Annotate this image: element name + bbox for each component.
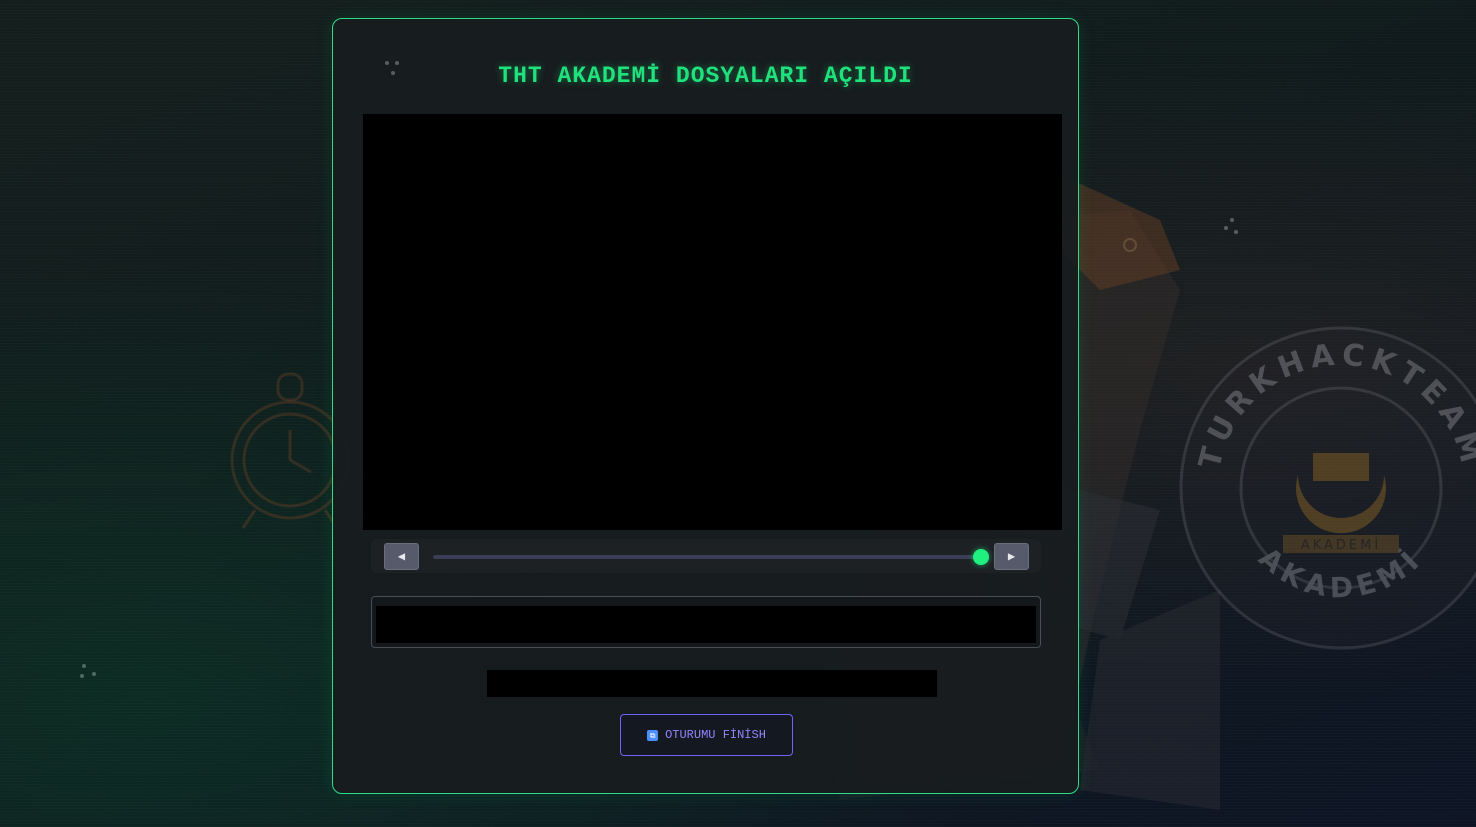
- finish-session-button[interactable]: ⧉ OTURUMU FİNİSH: [620, 714, 793, 756]
- main-panel: THT AKADEMİ DOSYALARI AÇILDI ◀ ▶ ⧉ OTURU…: [332, 18, 1079, 794]
- video-player[interactable]: [363, 114, 1062, 530]
- player-controls: ◀ ▶: [371, 539, 1041, 573]
- svg-text:TURKHACKTEAM: TURKHACKTEAM: [1192, 337, 1476, 472]
- previous-icon: ◀: [397, 549, 406, 563]
- decorative-dots: [1222, 218, 1242, 238]
- page-title: THT AKADEMİ DOSYALARI AÇILDI: [498, 63, 913, 89]
- next-button[interactable]: ▶: [994, 543, 1029, 570]
- previous-button[interactable]: ◀: [384, 543, 419, 570]
- next-icon: ▶: [1007, 549, 1016, 563]
- svg-text:AKADEMİ: AKADEMİ: [1301, 537, 1381, 553]
- progress-slider-thumb[interactable]: [973, 549, 989, 565]
- decorative-dots: [78, 662, 98, 682]
- finish-session-label: OTURUMU FİNİSH: [665, 728, 766, 742]
- session-icon: ⧉: [647, 729, 659, 741]
- status-bar: [487, 670, 937, 697]
- svg-text:AKADEMİ: AKADEMİ: [1252, 541, 1429, 605]
- caption-text: [376, 606, 1036, 643]
- turkhackteam-seal-logo: TURKHACKTEAM AKADEMİ AKADEMİ: [1179, 326, 1476, 650]
- caption-box: [371, 596, 1041, 648]
- progress-slider[interactable]: [433, 549, 989, 565]
